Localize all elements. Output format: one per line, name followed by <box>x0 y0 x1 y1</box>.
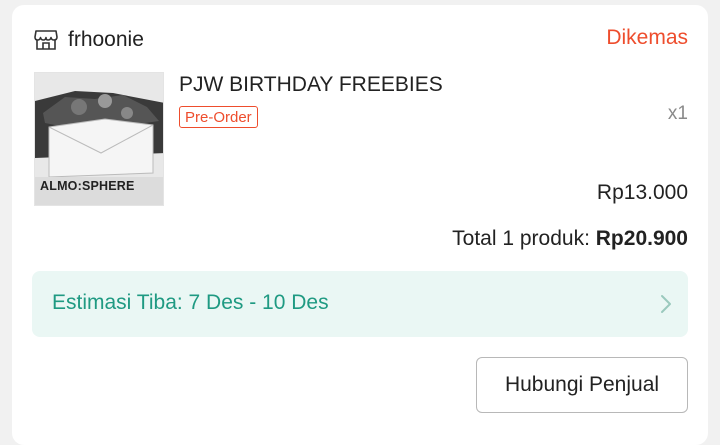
shop-icon <box>34 30 58 50</box>
pre-order-badge: Pre-Order <box>179 106 258 128</box>
shop-header[interactable]: frhoonie <box>34 25 144 55</box>
order-card[interactable]: frhoonie Dikemas ALMO:SPHERE PJW BIRTHDA… <box>12 5 708 445</box>
order-status: Dikemas <box>606 26 688 49</box>
product-price: Rp13.000 <box>596 181 688 204</box>
chevron-right-icon <box>661 295 671 313</box>
order-total: Total 1 produk: Rp20.900 <box>452 227 688 251</box>
product-quantity: x1 <box>667 103 688 124</box>
contact-seller-button[interactable]: Hubungi Penjual <box>476 357 688 413</box>
estimated-arrival-text: Estimasi Tiba: 7 Des - 10 Des <box>52 291 329 314</box>
estimated-arrival-row[interactable]: Estimasi Tiba: 7 Des - 10 Des <box>32 271 688 337</box>
shop-name[interactable]: frhoonie <box>68 28 144 52</box>
total-label: Total 1 produk: <box>452 227 590 250</box>
product-title[interactable]: PJW BIRTHDAY FREEBIES <box>179 73 443 97</box>
thumbnail-brand-text: ALMO:SPHERE <box>40 179 135 193</box>
product-thumbnail[interactable]: ALMO:SPHERE <box>34 72 164 206</box>
total-amount: Rp20.900 <box>595 227 688 250</box>
